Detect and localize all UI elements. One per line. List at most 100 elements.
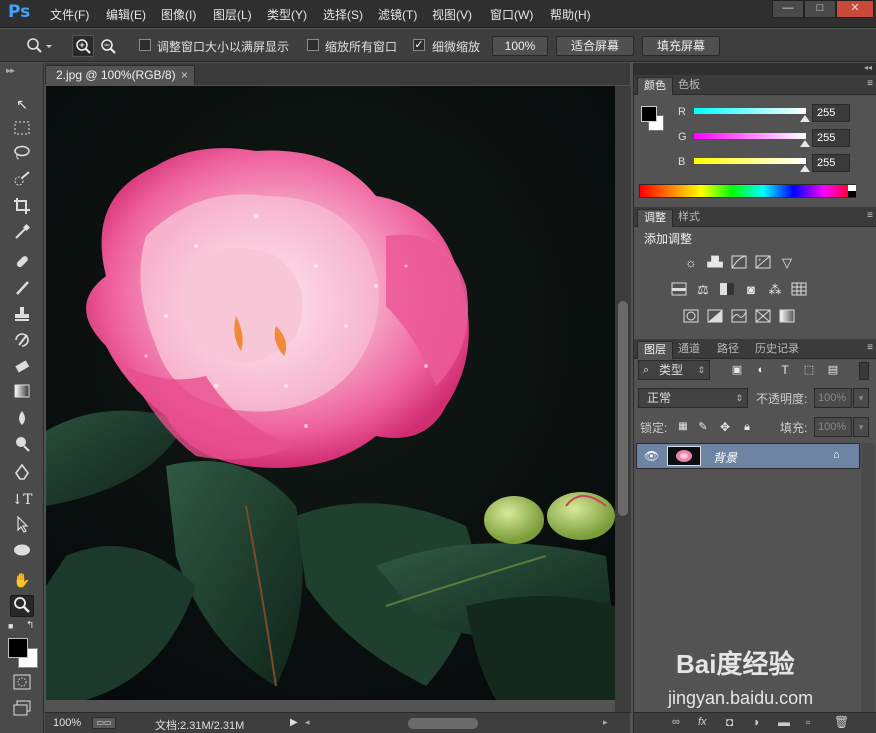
layer-name[interactable]: 背景: [713, 449, 737, 466]
menu-view[interactable]: 视图(V): [432, 6, 472, 23]
color-lookup-icon[interactable]: [790, 282, 808, 298]
channel-g-thumb[interactable]: [800, 140, 810, 147]
channel-g-value[interactable]: 255: [812, 129, 850, 147]
menu-image[interactable]: 图像(I): [161, 6, 196, 23]
tab-styles[interactable]: 样式: [672, 209, 706, 227]
filter-adjustment-icon[interactable]: ◐: [752, 362, 770, 378]
actual-pixels-button[interactable]: 100%: [492, 36, 548, 56]
channel-b-value[interactable]: 255: [812, 154, 850, 172]
color-panel-menu-icon[interactable]: ≡: [867, 78, 873, 89]
exposure-icon[interactable]: +: [754, 255, 772, 271]
lock-position-icon[interactable]: ✥: [716, 419, 734, 435]
tab-channels[interactable]: 通道: [672, 341, 706, 359]
type-tool-icon[interactable]: ↓T: [10, 489, 34, 511]
crop-tool-icon[interactable]: [10, 197, 34, 219]
filter-shape-icon[interactable]: ⬚: [800, 362, 818, 378]
filter-toggle-switch[interactable]: [859, 362, 869, 380]
color-spectrum-bar[interactable]: [639, 184, 856, 198]
healing-brush-tool-icon[interactable]: [10, 253, 34, 275]
vertical-scrollbar[interactable]: [615, 86, 631, 714]
menu-window[interactable]: 窗口(W): [490, 6, 533, 23]
threshold-icon[interactable]: [730, 309, 748, 325]
channel-r-value[interactable]: 255: [812, 104, 850, 122]
ellipse-tool-icon[interactable]: [10, 541, 34, 563]
hscroll-right-icon[interactable]: ▸: [603, 717, 608, 728]
eraser-tool-icon[interactable]: [10, 357, 34, 379]
horizontal-scroll-thumb[interactable]: [408, 718, 478, 729]
selective-color-icon[interactable]: [778, 309, 796, 325]
adjustments-panel-menu-icon[interactable]: ≡: [867, 210, 873, 221]
tab-layers[interactable]: 图层: [637, 341, 673, 359]
document-canvas[interactable]: [46, 86, 615, 700]
default-colors-icon[interactable]: ■: [8, 621, 13, 631]
zoom-out-button[interactable]: [97, 35, 119, 57]
fill-field[interactable]: 100%: [814, 417, 852, 437]
panel-fg-swatch[interactable]: [641, 106, 657, 122]
tab-swatches[interactable]: 色板: [672, 77, 706, 95]
levels-icon[interactable]: ▟▙: [706, 255, 724, 271]
screen-mode-icon[interactable]: [10, 700, 34, 722]
menu-help[interactable]: 帮助(H): [550, 6, 591, 23]
eyedropper-tool-icon[interactable]: [10, 223, 34, 245]
menu-file[interactable]: 文件(F): [50, 6, 89, 23]
tab-paths[interactable]: 路径: [711, 341, 745, 359]
channel-g-slider[interactable]: [694, 133, 806, 139]
document-tab[interactable]: 2.jpg @ 100%(RGB/8) ×: [45, 65, 195, 85]
hand-tool-icon[interactable]: ✋: [10, 569, 34, 591]
resize-windows-checkbox[interactable]: [139, 39, 151, 51]
tools-collapse-icon[interactable]: ▸▸: [7, 66, 15, 75]
quick-selection-tool-icon[interactable]: [10, 171, 34, 193]
invert-icon[interactable]: [682, 309, 700, 325]
channel-mixer-icon[interactable]: ⁂: [766, 282, 784, 298]
gradient-tool-icon[interactable]: [10, 383, 34, 405]
vertical-scroll-thumb[interactable]: [618, 301, 628, 516]
dock-collapse-icon[interactable]: ◂◂: [864, 63, 872, 72]
vibrance-icon[interactable]: ▽: [778, 255, 796, 271]
layer-row-background[interactable]: 👁︎ 背景 ⌂: [636, 443, 860, 469]
move-tool-icon[interactable]: ↖: [10, 93, 34, 115]
status-menu-arrow-icon[interactable]: ▶: [290, 717, 298, 728]
document-tab-close-icon[interactable]: ×: [181, 66, 188, 84]
dodge-tool-icon[interactable]: [10, 435, 34, 457]
black-white-icon[interactable]: [718, 282, 736, 298]
channel-r-thumb[interactable]: [800, 115, 810, 122]
filter-type-icon[interactable]: T: [776, 362, 794, 378]
path-selection-tool-icon[interactable]: [10, 515, 34, 537]
marquee-tool-icon[interactable]: [10, 119, 34, 141]
lock-transparent-icon[interactable]: ▦: [674, 419, 692, 435]
fill-dropdown-icon[interactable]: ▾: [853, 417, 869, 437]
tab-color[interactable]: 颜色: [637, 77, 673, 95]
quick-mask-icon[interactable]: [10, 674, 34, 696]
spectrum-black-swatch[interactable]: [848, 191, 856, 197]
layer-visibility-eye-icon[interactable]: 👁︎: [644, 449, 659, 463]
filter-smart-object-icon[interactable]: ▤: [824, 362, 842, 378]
color-balance-icon[interactable]: ⚖: [694, 282, 712, 298]
scrubby-zoom-checkbox[interactable]: ✓: [413, 39, 425, 51]
filter-pixel-icon[interactable]: ▣: [728, 362, 746, 378]
lasso-tool-icon[interactable]: [10, 145, 34, 167]
tab-history[interactable]: 历史记录: [749, 341, 805, 359]
blur-tool-icon[interactable]: [10, 409, 34, 431]
history-brush-tool-icon[interactable]: [10, 331, 34, 353]
menu-select[interactable]: 选择(S): [323, 6, 363, 23]
fill-screen-button[interactable]: 填充屏幕: [642, 36, 720, 56]
channel-b-slider[interactable]: [694, 158, 806, 164]
menu-filter[interactable]: 滤镜(T): [378, 6, 417, 23]
clone-stamp-tool-icon[interactable]: [10, 305, 34, 327]
zoom-all-windows-checkbox[interactable]: [307, 39, 319, 51]
channel-r-slider[interactable]: [694, 108, 806, 114]
close-button[interactable]: ✕: [836, 0, 874, 18]
posterize-icon[interactable]: [706, 309, 724, 325]
opacity-field[interactable]: 100%: [814, 388, 852, 408]
zoom-in-button[interactable]: [72, 35, 94, 57]
opacity-dropdown-icon[interactable]: ▾: [853, 388, 869, 408]
hscroll-left-icon[interactable]: ◂: [305, 717, 310, 728]
menu-type[interactable]: 类型(Y): [267, 6, 307, 23]
brush-tool-icon[interactable]: [10, 279, 34, 301]
gradient-map-icon[interactable]: [754, 309, 772, 325]
zoom-tool-icon[interactable]: [10, 595, 34, 617]
minimize-button[interactable]: —: [772, 0, 804, 18]
status-preview-icon[interactable]: ▭▭: [92, 717, 116, 729]
curves-icon[interactable]: [730, 255, 748, 271]
lock-image-icon[interactable]: ✎: [694, 419, 712, 435]
